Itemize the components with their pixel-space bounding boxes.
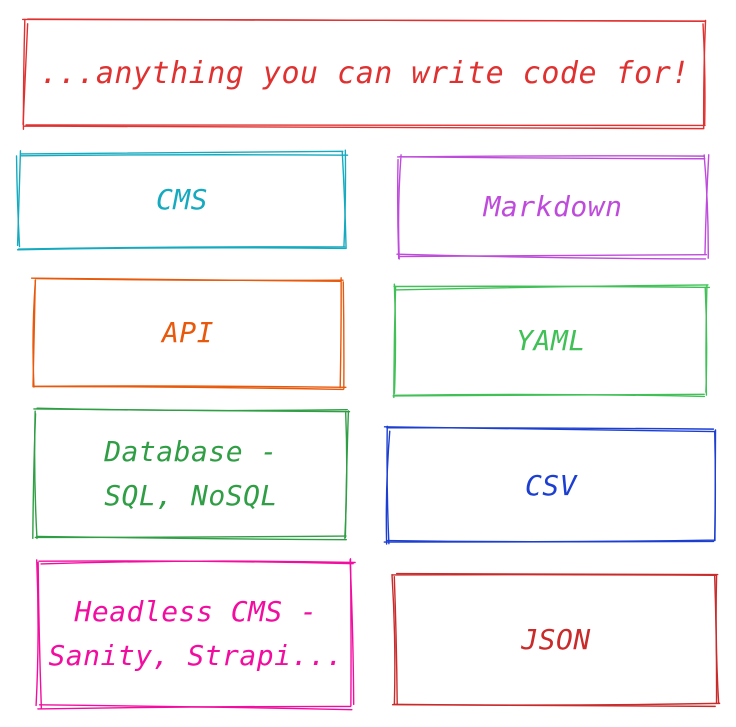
yaml-box: YAML: [392, 283, 711, 399]
header-box: ...anything you can write code for!: [21, 18, 708, 131]
api-box: API: [30, 276, 347, 391]
json-box: JSON: [391, 572, 721, 708]
yaml-label: YAML: [516, 324, 586, 357]
headless-box: Headless CMS - Sanity, Strapi...: [35, 558, 356, 711]
database-label: Database - SQL, NoSQL: [104, 435, 278, 512]
headless-label: Headless CMS - Sanity, Strapi...: [48, 595, 344, 672]
header-label: ...anything you can write code for!: [40, 56, 690, 91]
markdown-box: Markdown: [396, 154, 710, 260]
api-label: API: [161, 316, 215, 349]
markdown-label: Markdown: [483, 190, 623, 223]
csv-label: CSV: [524, 469, 578, 502]
database-box: Database - SQL, NoSQL: [32, 407, 351, 541]
cms-label: CMS: [155, 183, 209, 216]
json-label: JSON: [521, 623, 591, 656]
cms-box: CMS: [15, 149, 349, 251]
csv-box: CSV: [383, 425, 718, 546]
